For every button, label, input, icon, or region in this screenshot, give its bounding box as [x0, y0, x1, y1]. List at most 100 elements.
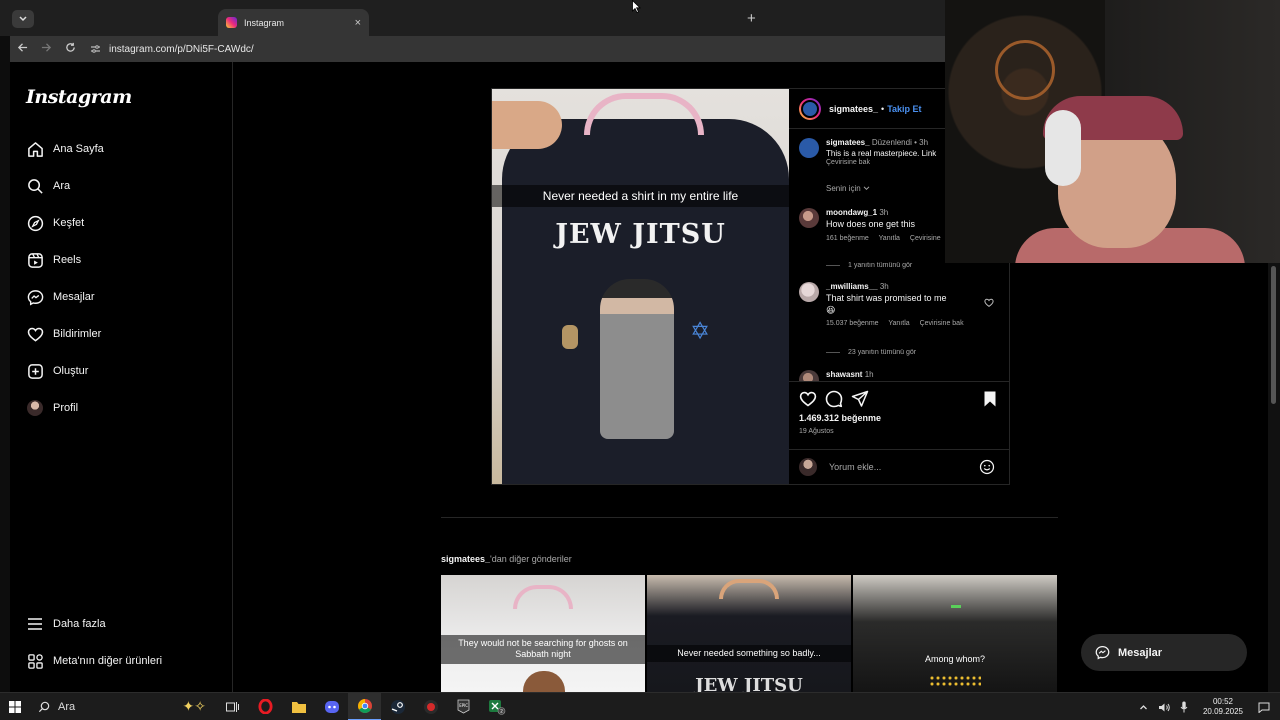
app-icon	[423, 699, 438, 714]
screen: Instagram × + instagram.com/p/DNi5F-CAWd…	[0, 0, 1280, 720]
comment-text: That shirt was promised to me	[826, 293, 947, 303]
mouse-cursor-icon	[632, 0, 641, 13]
translate-button[interactable]: Çevirisine bak	[920, 320, 964, 327]
forward-button[interactable]	[34, 42, 58, 56]
taskbar-discord[interactable]	[315, 693, 348, 720]
taskbar-epic-games[interactable]: EPIC	[447, 693, 480, 720]
messages-floating-button[interactable]: Mesajlar	[1081, 634, 1247, 671]
sidebar-item-search[interactable]: Ara	[26, 174, 70, 198]
svg-text:EPIC: EPIC	[459, 703, 468, 708]
sidebar-item-label: Keşfet	[53, 217, 85, 229]
view-replies-button[interactable]: 23 yanıtın tümünü gör	[826, 349, 916, 356]
more-posts-user[interactable]: sigmatees_	[441, 554, 490, 564]
heart-icon	[26, 325, 44, 343]
taskbar-excel[interactable]: 2	[480, 693, 513, 720]
task-view-button[interactable]	[216, 693, 249, 720]
tab-close-button[interactable]: ×	[355, 17, 361, 29]
notification-icon[interactable]	[1258, 702, 1270, 713]
microphone-icon[interactable]	[1180, 701, 1188, 713]
taskbar-search[interactable]: Ara ✦✧	[30, 693, 216, 720]
sidebar-item-messages[interactable]: Mesajlar	[26, 285, 95, 309]
clock[interactable]: 00:52 20.09.2025	[1203, 697, 1243, 716]
reels-icon	[26, 251, 44, 269]
chevron-up-icon[interactable]	[1139, 704, 1148, 710]
sidebar-item-label: Ana Sayfa	[53, 143, 104, 155]
speaker-icon[interactable]	[1158, 702, 1170, 713]
sidebar-item-create[interactable]: Oluştur	[26, 359, 88, 383]
chrome-icon	[357, 698, 372, 713]
start-button[interactable]	[0, 700, 30, 713]
back-button[interactable]	[10, 42, 34, 56]
more-post-thumbnail[interactable]: Among whom?	[853, 575, 1057, 692]
excel-icon: 2	[488, 699, 505, 715]
comment-icon[interactable]	[825, 390, 843, 408]
replies-divider	[826, 352, 840, 353]
browser-tabstrip: Instagram × +	[0, 0, 945, 36]
author-avatar[interactable]	[799, 97, 821, 120]
shirt-print-text: JEW JITSU	[555, 219, 726, 250]
tab-search-button[interactable]	[12, 10, 34, 28]
sidebar-item-explore[interactable]: Keşfet	[26, 211, 84, 235]
like-heart-icon[interactable]	[799, 390, 817, 408]
sidebar-item-home[interactable]: Ana Sayfa	[26, 137, 104, 161]
follow-button[interactable]: Takip Et	[887, 104, 921, 114]
author-name[interactable]: sigmatees_	[829, 104, 878, 114]
translate-button[interactable]: Çevirisine	[910, 235, 941, 242]
comment-user[interactable]: shawasnt	[826, 370, 862, 379]
comment-header: _mwilliams__ 3h	[826, 282, 994, 291]
comment-user[interactable]: _mwilliams__	[826, 282, 878, 291]
comment-input[interactable]: Yorum ekle...	[829, 462, 979, 472]
comment-time: 1h	[864, 370, 874, 379]
view-replies-button[interactable]: 1 yanıtın tümünü gör	[826, 262, 912, 269]
reply-button[interactable]: Yanıtla	[879, 235, 900, 242]
browser-tab-instagram[interactable]: Instagram ×	[218, 9, 369, 36]
comment-header: shawasnt 1h	[826, 370, 994, 379]
comment-likes[interactable]: 15.037 beğenme	[826, 320, 879, 327]
taskbar-steam[interactable]	[381, 693, 414, 720]
comment-user[interactable]: moondawg_1	[826, 208, 877, 217]
instagram-favicon-icon	[226, 17, 237, 28]
taskbar-app[interactable]	[414, 693, 447, 720]
windows-taskbar: Ara ✦✧ EPIC 2 00:52 20.09.2025	[0, 692, 1280, 720]
post-actions: 1.469.312 beğenme 19 Ağustos	[789, 381, 1009, 441]
taskbar-opera[interactable]	[249, 693, 282, 720]
url-text[interactable]: instagram.com/p/DNi5F-CAWdc/	[109, 44, 254, 55]
emoji-icon[interactable]	[979, 459, 995, 475]
taskbar-chrome[interactable]	[348, 692, 381, 720]
reply-button[interactable]: Yanıtla	[888, 320, 909, 327]
post-image[interactable]: Never needed a shirt in my entire life J…	[492, 89, 789, 484]
instagram-logo[interactable]: Instagram	[26, 86, 132, 108]
commenter-avatar[interactable]	[799, 370, 819, 381]
like-count[interactable]: 1.469.312 beğenme	[799, 413, 881, 423]
page-scrollbar[interactable]	[1268, 263, 1280, 692]
more-post-thumbnail[interactable]: Never needed something so badly... JEW J…	[647, 575, 851, 692]
folder-icon	[291, 701, 306, 713]
home-icon	[26, 140, 44, 158]
sidebar-item-reels[interactable]: Reels	[26, 248, 81, 272]
taskbar-file-explorer[interactable]	[282, 693, 315, 720]
share-send-icon[interactable]	[851, 390, 869, 408]
more-post-thumbnail[interactable]: They would not be searching for ghosts o…	[441, 575, 645, 692]
comment-meta: 15.037 beğenme Yanıtla Çevirisine bak	[826, 320, 994, 327]
thumbnail-caption: Among whom?	[924, 654, 986, 664]
site-settings-icon[interactable]	[90, 44, 101, 54]
for-you-filter[interactable]: Senin için	[826, 184, 870, 193]
commenter-avatar[interactable]	[799, 208, 819, 228]
sparkle-icon: ✦✧	[182, 698, 206, 714]
tab-title: Instagram	[244, 17, 285, 28]
commenter-avatar[interactable]	[799, 282, 819, 302]
bookmark-icon[interactable]	[981, 390, 999, 408]
comment-likes[interactable]: 161 beğenme	[826, 235, 869, 242]
address-bar[interactable]: instagram.com/p/DNi5F-CAWdc/	[90, 39, 254, 59]
like-comment-heart-icon[interactable]	[984, 298, 994, 307]
new-tab-button[interactable]: +	[747, 10, 756, 27]
sidebar-item-notifications[interactable]: Bildirimler	[26, 322, 101, 346]
sidebar-item-profile[interactable]: Profil	[26, 396, 78, 420]
caption-user[interactable]: sigmatees_	[826, 138, 870, 147]
author-avatar[interactable]	[799, 138, 819, 158]
sidebar-item-more[interactable]: Daha fazla	[26, 612, 106, 636]
sidebar-item-meta-products[interactable]: Meta'nın diğer ürünleri	[26, 649, 162, 673]
scrollbar-thumb[interactable]	[1271, 266, 1276, 404]
taskbar-search-label: Ara	[58, 700, 76, 713]
reload-button[interactable]	[58, 42, 82, 56]
